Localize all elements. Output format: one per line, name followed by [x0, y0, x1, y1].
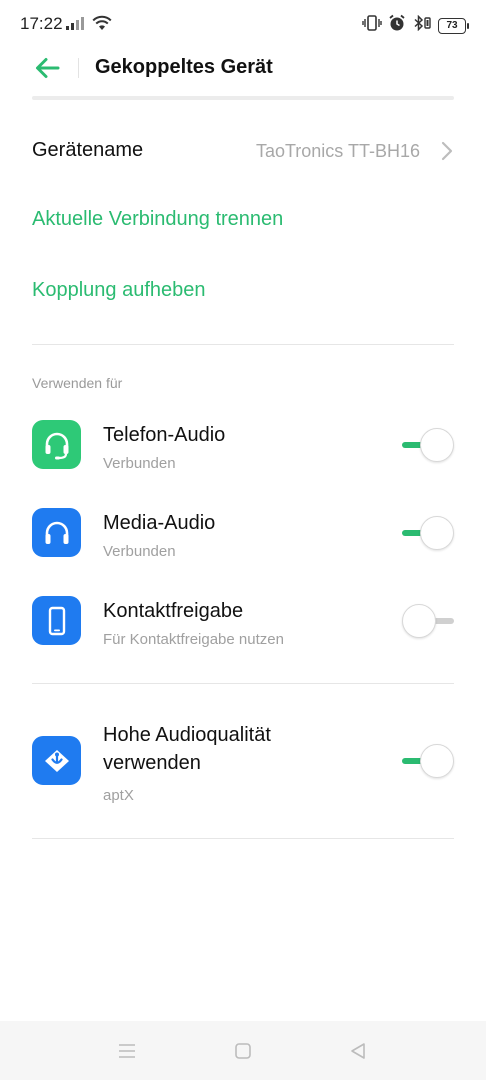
- section-divider: [32, 344, 454, 345]
- signal-icon: [66, 16, 86, 35]
- hq-audio-title-line2: verwenden: [103, 752, 201, 774]
- profile-subtitle: Verbunden: [103, 455, 176, 472]
- headset-icon: [32, 420, 81, 469]
- contact-sharing-toggle[interactable]: [402, 604, 454, 638]
- profile-row-media-audio: Media-Audio Verbunden: [32, 508, 454, 578]
- device-name-value: TaoTronics TT-BH16: [255, 141, 420, 161]
- back-triangle-icon: [351, 1043, 365, 1059]
- header-divider: [78, 58, 79, 78]
- chevron-right-icon: [441, 141, 453, 161]
- profile-subtitle: Verbunden: [103, 543, 176, 560]
- alarm-icon: [388, 14, 406, 37]
- header-rule: [32, 96, 454, 100]
- bluetooth-icon: [412, 14, 432, 36]
- device-name-row[interactable]: Gerätename TaoTronics TT-BH16: [32, 126, 454, 176]
- home-icon: [235, 1043, 251, 1059]
- status-bar: 17:22 73: [0, 0, 486, 48]
- phone-icon: [32, 596, 81, 645]
- wifi-icon: [92, 15, 112, 36]
- unpair-button[interactable]: Kopplung aufheben: [32, 279, 206, 302]
- section-label-use-for: Verwenden für: [32, 375, 123, 391]
- device-name-label: Gerätename: [32, 139, 144, 161]
- home-button[interactable]: [231, 1039, 255, 1063]
- menu-icon: [119, 1044, 135, 1058]
- media-audio-toggle[interactable]: [402, 516, 454, 550]
- hq-audio-title-line1: Hohe Audioqualität: [103, 724, 271, 746]
- battery-icon: 73: [438, 17, 469, 34]
- section-divider: [32, 683, 454, 684]
- section-divider: [32, 838, 454, 839]
- menu-button[interactable]: [115, 1039, 139, 1063]
- profile-row-phone-audio: Telefon-Audio Verbunden: [32, 420, 454, 490]
- phone-audio-toggle[interactable]: [402, 428, 454, 462]
- hq-audio-subtitle: aptX: [103, 787, 134, 804]
- page-title: Gekoppeltes Gerät: [95, 56, 273, 78]
- aptx-icon: [32, 736, 81, 785]
- app-header: Gekoppeltes Gerät: [0, 48, 486, 88]
- headphones-icon: [32, 508, 81, 557]
- vibrate-icon: [362, 15, 382, 36]
- status-time: 17:22: [20, 14, 63, 33]
- hq-audio-toggle[interactable]: [402, 744, 454, 778]
- back-button[interactable]: [32, 54, 62, 82]
- profile-title: Kontaktfreigabe: [103, 600, 244, 622]
- profile-row-contact-sharing: Kontaktfreigabe Für Kontaktfreigabe nutz…: [32, 596, 454, 666]
- system-nav-bar: [0, 1021, 486, 1080]
- nav-back-button[interactable]: [346, 1039, 370, 1063]
- profile-subtitle: Für Kontaktfreigabe nutzen: [103, 631, 284, 648]
- hq-audio-row: Hohe Audioqualität verwenden aptX: [32, 720, 454, 810]
- disconnect-button[interactable]: Aktuelle Verbindung trennen: [32, 208, 283, 231]
- profile-title: Media-Audio: [103, 512, 216, 534]
- back-arrow-icon: [36, 58, 60, 78]
- profile-title: Telefon-Audio: [103, 424, 226, 446]
